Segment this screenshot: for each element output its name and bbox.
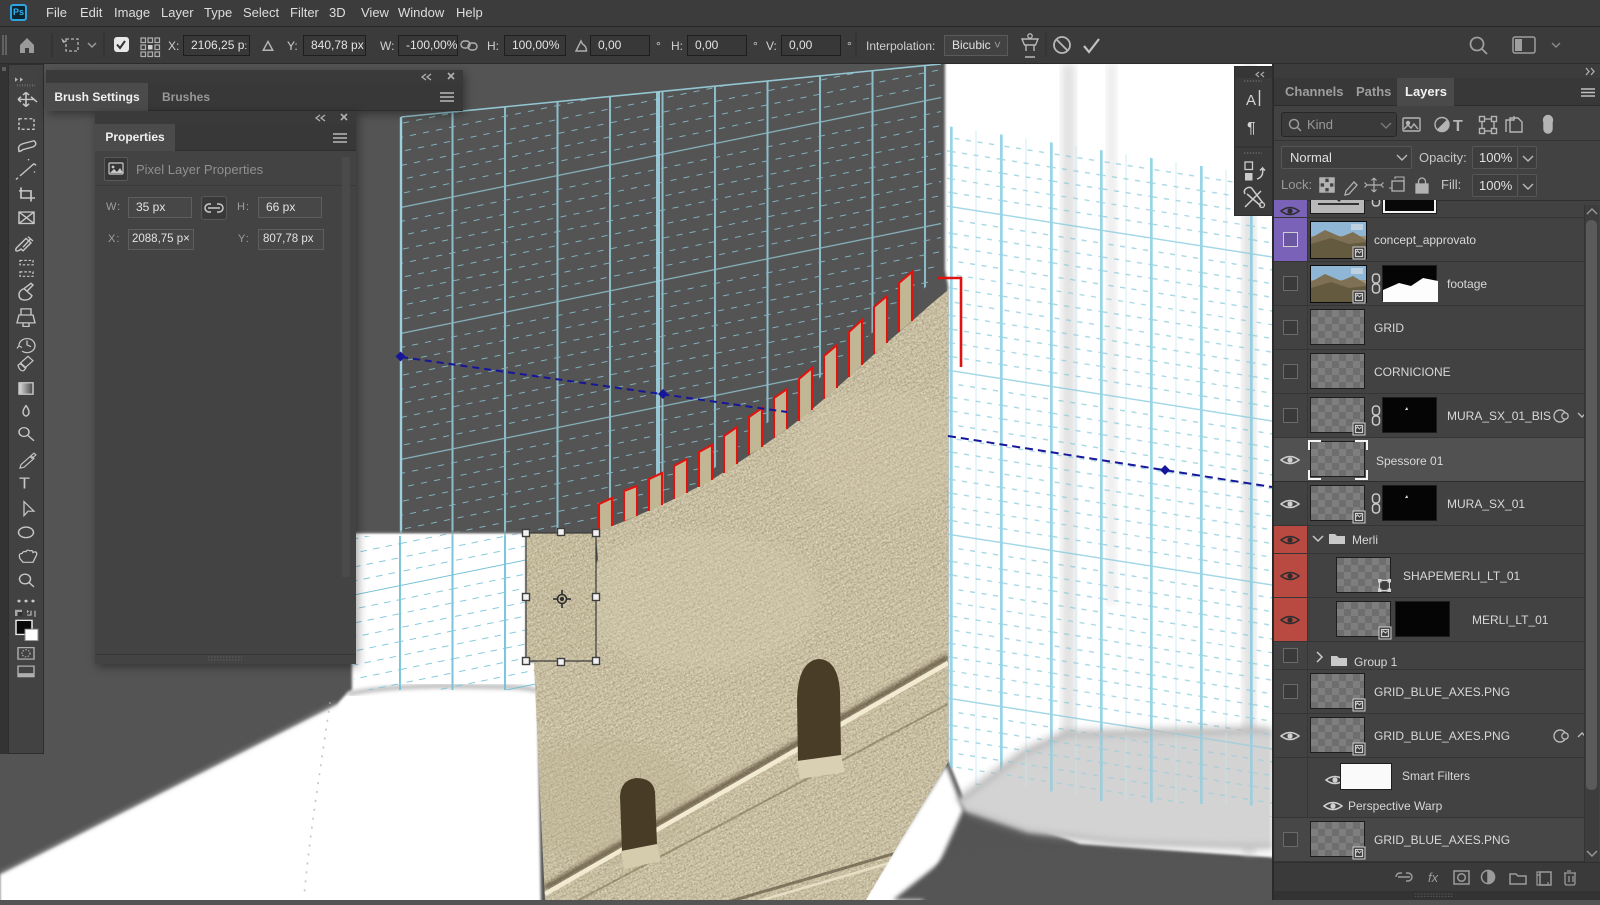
svg-text:A: A [1246, 92, 1256, 109]
svg-text:T: T [19, 474, 30, 492]
svg-text:T: T [1453, 118, 1463, 135]
svg-text:fx: fx [1428, 870, 1439, 885]
svg-text:¶: ¶ [1247, 120, 1256, 137]
